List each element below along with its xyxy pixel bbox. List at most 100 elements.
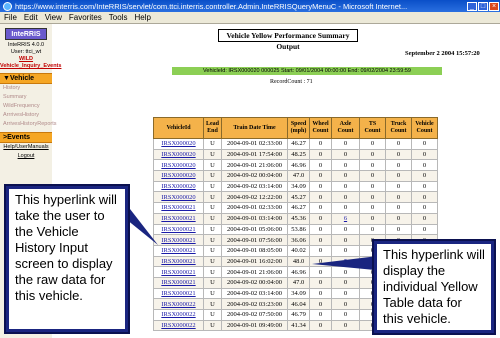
vehicle-id-link[interactable]: IRSX000020 bbox=[153, 159, 204, 172]
col-truck-count[interactable]: Truck Count bbox=[385, 117, 412, 139]
sidebar-item-arrives-history[interactable]: ArrrivesHistory bbox=[0, 111, 52, 120]
menu-edit[interactable]: Edit bbox=[24, 13, 38, 22]
axle-count-cell: 0 bbox=[331, 244, 360, 257]
axle-count-cell[interactable]: 6 bbox=[331, 212, 360, 225]
vehicle-id-link[interactable]: IRSX000020 bbox=[153, 191, 204, 204]
logout-link[interactable]: Logout bbox=[0, 152, 52, 161]
truck-count-cell: 0 bbox=[385, 148, 412, 161]
vehicle-id-link[interactable]: IRSX000021 bbox=[153, 244, 204, 257]
vehicle-count-cell: 0 bbox=[411, 148, 438, 161]
wild-inquiry-link[interactable]: WILD Vehicle_Inquiry_Events bbox=[0, 56, 61, 70]
col-vehicle-count[interactable]: Vehicle Count bbox=[411, 117, 438, 139]
sidebar-item-history[interactable]: History bbox=[0, 84, 52, 93]
close-button[interactable]: × bbox=[489, 1, 499, 11]
axle-count-cell[interactable]: 5 bbox=[331, 255, 360, 268]
events-header-label: Events bbox=[7, 134, 31, 141]
vehicle-header-label: Vehicle bbox=[9, 75, 35, 82]
lead-end-cell: U bbox=[203, 255, 222, 268]
wheel-count-cell: 0 bbox=[309, 191, 332, 204]
vehicle-id-link[interactable]: IRSX000021 bbox=[153, 266, 204, 278]
speed-cell: 46.04 bbox=[287, 298, 310, 310]
ts-count-cell: 0 bbox=[359, 159, 386, 172]
vehicle-id-link[interactable]: IRSX000021 bbox=[153, 202, 204, 214]
table-header-row: VehicleId Lead End Train Date Time Speed… bbox=[153, 117, 438, 139]
vehicle-count-cell: 0 bbox=[411, 223, 438, 236]
vehicle-id-link[interactable]: IRSX000021 bbox=[153, 287, 204, 300]
ts-count-cell: 0 bbox=[359, 148, 386, 161]
truck-count-cell: 0 bbox=[385, 159, 412, 172]
vehicle-id-link[interactable]: IRSX000022 bbox=[153, 309, 204, 321]
vehicle-id-link[interactable]: IRSX000022 bbox=[153, 298, 204, 310]
train-date-time-cell: 2004-09-01 05:06:00 bbox=[221, 223, 288, 236]
sidebar-item-summary[interactable]: Summary bbox=[0, 93, 52, 102]
truck-count-cell: 0 bbox=[385, 170, 412, 182]
speed-cell: 53.86 bbox=[287, 223, 310, 236]
wheel-count-cell: 0 bbox=[309, 244, 332, 257]
menu-tools[interactable]: Tools bbox=[109, 13, 128, 22]
axle-count-cell: 0 bbox=[331, 223, 360, 236]
sidebar-item-wild-frequency[interactable]: WildFrequency bbox=[0, 102, 52, 111]
vehicle-id-link[interactable]: IRSX000021 bbox=[153, 223, 204, 236]
axle-count-cell: 0 bbox=[331, 266, 360, 278]
train-date-time-cell: 2004-09-01 17:54:00 bbox=[221, 148, 288, 161]
query-filter-bar: VehicleId: IRSX000020 000025 Start: 09/0… bbox=[172, 67, 442, 75]
maximize-button[interactable]: □ bbox=[478, 1, 488, 11]
train-date-time-cell: 2004-09-02 03:23:00 bbox=[221, 298, 288, 310]
window-titlebar: https://www.interris.com/InteRRIS/servle… bbox=[0, 0, 500, 12]
train-date-time-cell: 2004-09-02 00:04:00 bbox=[221, 276, 288, 289]
vehicle-id-link[interactable]: IRSX000020 bbox=[153, 148, 204, 161]
menu-view[interactable]: View bbox=[45, 13, 62, 22]
sidebar-item-arrives-history-reports[interactable]: ArrivesHistoryReports bbox=[0, 120, 56, 129]
truck-count-cell: 0 bbox=[385, 202, 412, 214]
col-axle-count[interactable]: Axle Count bbox=[331, 117, 360, 139]
col-train-date-time[interactable]: Train Date Time bbox=[221, 117, 288, 139]
lead-end-cell: U bbox=[203, 266, 222, 278]
wheel-count-cell: 0 bbox=[309, 138, 332, 150]
report-date: September 2 2004 15:57:20 bbox=[405, 50, 480, 57]
menu-favorites[interactable]: Favorites bbox=[69, 13, 102, 22]
lead-end-cell: U bbox=[203, 244, 222, 257]
table-row: IRSX000020 U 2004-09-02 12:22:00 45.27 0 0 0 0 0 bbox=[153, 191, 438, 204]
sidebar-info: InteRRIS 4.0.0 User: ttci_wt WILD Vehicl… bbox=[0, 42, 61, 70]
truck-count-cell: 0 bbox=[385, 212, 412, 225]
axle-count-cell: 0 bbox=[331, 191, 360, 204]
right-callout-text: This hyperlink will display the individu… bbox=[377, 244, 491, 330]
lead-end-cell: U bbox=[203, 223, 222, 236]
window-title: https://www.interris.com/InteRRIS/servle… bbox=[15, 1, 408, 11]
vehicle-id-link[interactable]: IRSX000021 bbox=[153, 212, 204, 225]
report-title: Vehicle Yellow Performance Summary Outpu… bbox=[218, 29, 358, 51]
vehicle-id-link[interactable]: IRSX000020 bbox=[153, 138, 204, 150]
left-callout: This hyperlink will take the user to the… bbox=[4, 184, 130, 334]
speed-cell: 46.27 bbox=[287, 202, 310, 214]
wheel-count-cell: 0 bbox=[309, 170, 332, 182]
minimize-button[interactable]: _ bbox=[467, 1, 477, 11]
wheel-count-cell: 0 bbox=[309, 202, 332, 214]
vehicle-id-link[interactable]: IRSX000022 bbox=[153, 319, 204, 332]
wheel-count-cell: 0 bbox=[309, 319, 332, 332]
col-vehicle-id[interactable]: VehicleId bbox=[153, 117, 204, 139]
vehicle-id-link[interactable]: IRSX000021 bbox=[153, 234, 204, 246]
vehicle-id-link[interactable]: IRSX000020 bbox=[153, 170, 204, 182]
table-row: IRSX000021 U 2004-09-01 05:06:00 53.86 0 0 0 0 0 bbox=[153, 223, 438, 236]
events-section-header[interactable]: >Events bbox=[0, 132, 52, 143]
menu-help[interactable]: Help bbox=[134, 13, 150, 22]
vehicle-id-link[interactable]: IRSX000020 bbox=[153, 180, 204, 193]
axle-count-cell: 0 bbox=[331, 138, 360, 150]
internet-explorer-icon bbox=[3, 1, 12, 11]
col-lead-end[interactable]: Lead End bbox=[203, 117, 222, 139]
col-speed[interactable]: Speed (mph) bbox=[287, 117, 310, 139]
vehicle-id-link[interactable]: IRSX000021 bbox=[153, 255, 204, 268]
help-link[interactable]: Help/UserManuals bbox=[0, 143, 52, 152]
menu-file[interactable]: File bbox=[4, 13, 17, 22]
vehicle-section-header[interactable]: ▼Vehicle bbox=[0, 73, 52, 84]
speed-cell: 46.79 bbox=[287, 309, 310, 321]
axle-count-cell: 0 bbox=[331, 309, 360, 321]
axle-count-cell: 0 bbox=[331, 276, 360, 289]
truck-count-cell: 0 bbox=[385, 223, 412, 236]
axle-count-cell: 0 bbox=[331, 202, 360, 214]
vehicle-count-cell: 0 bbox=[411, 212, 438, 225]
col-ts-count[interactable]: TS Count bbox=[359, 117, 386, 139]
vehicle-id-link[interactable]: IRSX000021 bbox=[153, 276, 204, 289]
speed-cell: 36.06 bbox=[287, 234, 310, 246]
col-wheel-count[interactable]: Wheel Count bbox=[309, 117, 332, 139]
